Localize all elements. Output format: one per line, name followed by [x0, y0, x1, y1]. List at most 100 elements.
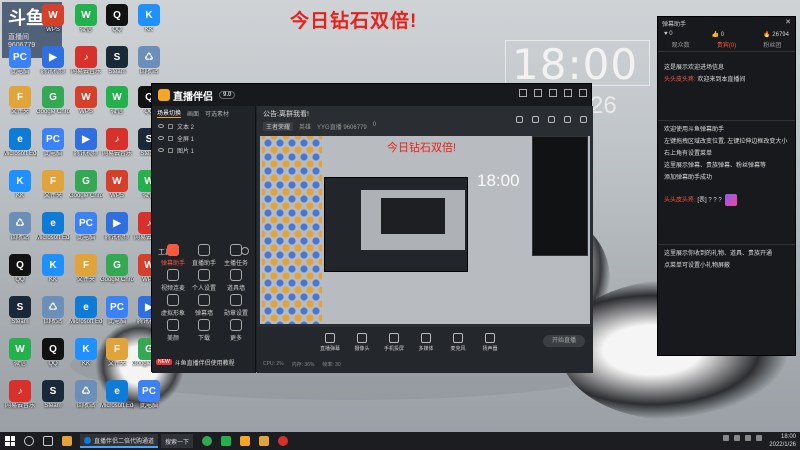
desktop-icon[interactable]: PC 此电脑: [100, 296, 134, 326]
desktop-icon[interactable]: ♪ 网易云音乐: [100, 128, 134, 158]
tab-scene[interactable]: 场景切换: [157, 108, 182, 118]
tab-fanclub[interactable]: 粉丝团: [763, 40, 781, 49]
desktop-icon[interactable]: Q QQ: [36, 338, 70, 368]
maximize-icon[interactable]: [564, 89, 572, 97]
search-icon[interactable]: [24, 436, 34, 446]
desktop-icon[interactable]: W WPS: [36, 4, 70, 34]
room-category[interactable]: 王者荣耀: [263, 122, 294, 131]
taskbar-app-streaming[interactable]: 直播伴侣二倍代购通道: [80, 434, 159, 448]
start-button[interactable]: [5, 436, 15, 446]
tab-screen[interactable]: 画面: [187, 109, 199, 118]
desktop-icon[interactable]: eMicrosoft Edge: [69, 296, 103, 326]
tool-button[interactable]: 道具墙: [220, 269, 252, 292]
desktop-icon[interactable]: eMicrosoft Edge: [36, 212, 70, 242]
tab-vip[interactable]: 贵宾(0): [717, 40, 736, 49]
source-item[interactable]: 图片 1: [152, 144, 255, 156]
desktop-icon[interactable]: W WPS: [100, 170, 134, 200]
desktop-icon[interactable]: PC 此电脑: [69, 212, 103, 242]
chrome-icon[interactable]: [202, 436, 213, 446]
desktop-icon[interactable]: F 文件夹: [3, 86, 37, 116]
desktop-icon[interactable]: ♺ 回收站: [132, 46, 166, 76]
volume-icon[interactable]: [734, 435, 740, 441]
media-button[interactable]: 多媒体: [415, 333, 437, 352]
lock-icon[interactable]: [532, 116, 539, 123]
desktop-icon[interactable]: F 文件夹: [36, 170, 70, 200]
taskbar-clock[interactable]: 18:00 2022/1/26: [769, 433, 796, 449]
tool-button[interactable]: 美颜: [157, 319, 189, 342]
desktop-icon[interactable]: ▶ 腾讯视频: [36, 46, 70, 76]
eye-icon[interactable]: [158, 148, 164, 152]
desktop-icon[interactable]: K KK: [3, 170, 37, 200]
tab-material[interactable]: 可选素材: [205, 109, 229, 118]
close-icon[interactable]: [579, 89, 587, 97]
desktop-icon[interactable]: S Steam: [36, 380, 70, 410]
wechat-icon[interactable]: [221, 436, 232, 446]
netease-music-icon[interactable]: [278, 436, 289, 446]
desktop-icon[interactable]: F 文件夹: [69, 254, 103, 284]
desktop-icon[interactable]: Q QQ: [3, 254, 37, 284]
desktop-icon[interactable]: eMicrosoft Edge: [100, 380, 134, 410]
desktop-icon[interactable]: W 微信: [3, 338, 37, 368]
desktop-icon[interactable]: W 微信: [100, 86, 134, 116]
tool-button[interactable]: 弹幕助手: [157, 244, 189, 267]
close-icon[interactable]: ✕: [785, 18, 791, 26]
phone-cast-button[interactable]: 手机投屏: [383, 333, 405, 352]
minimize-icon[interactable]: [549, 89, 557, 97]
streaming-app-icon[interactable]: [240, 436, 251, 446]
desktop-icon[interactable]: GGoogle Chrome: [69, 170, 103, 200]
source-item[interactable]: 全屏 1: [152, 132, 255, 144]
desktop-icon[interactable]: ♺ 回收站: [36, 296, 70, 326]
desktop-icon[interactable]: ▶ 腾讯视频: [100, 212, 134, 242]
share-icon[interactable]: [516, 116, 523, 123]
desktop-icon[interactable]: K KK: [69, 338, 103, 368]
battery-icon[interactable]: [756, 435, 762, 441]
microphone-button[interactable]: 麦克风: [447, 333, 469, 352]
desktop-icon[interactable]: W 微信: [69, 4, 103, 34]
network-icon[interactable]: [723, 435, 729, 441]
tool-button[interactable]: 下载: [188, 319, 220, 342]
task-view-icon[interactable]: [43, 436, 53, 446]
tool-button[interactable]: 个人设置: [188, 269, 220, 292]
desktop-icon[interactable]: PC 此电脑: [132, 380, 166, 410]
speaker-button[interactable]: 扬声器: [479, 333, 501, 352]
desktop-icon[interactable]: GGoogle Chrome: [36, 86, 70, 116]
eye-icon[interactable]: [158, 124, 164, 128]
desktop-icon[interactable]: W WPS: [69, 86, 103, 116]
eye-icon[interactable]: [158, 136, 164, 140]
lock-icon[interactable]: [168, 123, 173, 129]
chat-user[interactable]: 头头皮头疼:: [664, 77, 696, 83]
desktop-icon[interactable]: K KK: [36, 254, 70, 284]
file-explorer-icon[interactable]: [62, 436, 72, 446]
desktop-icon[interactable]: ♪ 网易云音乐: [3, 380, 37, 410]
tool-button[interactable]: 视频连麦: [157, 269, 189, 292]
tutorial-banner[interactable]: NEW 斗鱼直播伴侣使用教程: [156, 356, 252, 368]
desktop-icon[interactable]: ♺ 回收站: [69, 380, 103, 410]
settings-icon[interactable]: [564, 116, 571, 123]
tool-button[interactable]: 勋章设置: [220, 294, 252, 317]
start-live-button[interactable]: 开始直播: [543, 335, 585, 347]
tool-button[interactable]: 虚拟形象: [157, 294, 189, 317]
desktop-icon[interactable]: eMicrosoft Edge: [3, 128, 37, 158]
desktop-icon[interactable]: GGoogle Chrome: [100, 254, 134, 284]
desktop-icon[interactable]: F 文件夹: [100, 338, 134, 368]
tab-viewers[interactable]: 观众数: [672, 40, 690, 49]
gift-icon[interactable]: [548, 116, 555, 123]
chat-user[interactable]: 头头皮头疼:: [664, 198, 696, 204]
desktop-icon[interactable]: K KK: [132, 4, 166, 34]
desktop-icon[interactable]: ♪ 网易云音乐: [69, 46, 103, 76]
menu-icon[interactable]: [534, 89, 542, 97]
desktop-icon[interactable]: S Steam: [100, 46, 134, 76]
lock-icon[interactable]: [168, 135, 173, 141]
ime-icon[interactable]: [745, 435, 751, 441]
tool-button[interactable]: 更多: [220, 319, 252, 342]
desktop-icon[interactable]: S Steam: [3, 296, 37, 326]
desktop-icon[interactable]: ♺ 回收站: [3, 212, 37, 242]
broadcast-icon[interactable]: [580, 116, 587, 123]
taskbar-search-box[interactable]: 搜索一下: [161, 434, 194, 448]
tool-button[interactable]: 直播助手: [188, 244, 220, 267]
desktop-icon[interactable]: ▶ 腾讯视频: [69, 128, 103, 158]
danmu-button[interactable]: 直播弹幕: [319, 333, 341, 352]
skin-icon[interactable]: [519, 89, 527, 97]
camera-button[interactable]: 摄像头: [351, 333, 373, 352]
stream-preview[interactable]: 今日钻石双倍! 18:00: [260, 136, 590, 324]
